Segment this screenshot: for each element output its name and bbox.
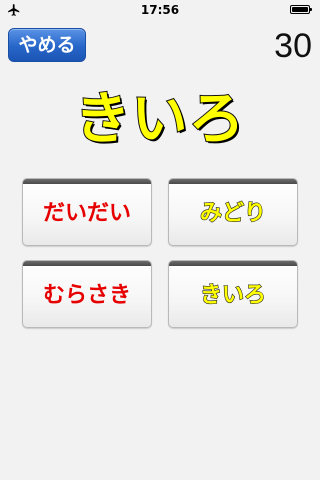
answer-label-2: みどり: [199, 200, 266, 226]
battery-icon: [290, 5, 314, 15]
target-word: きいろ: [74, 87, 246, 153]
game-screen: 17:56 やめる 30 きいろ だいだい みどり むらさき きいろ: [0, 0, 320, 480]
battery-cap: [310, 8, 312, 11]
answer-label-3: むらさき: [42, 283, 131, 308]
answer-button-4[interactable]: きいろ: [168, 260, 298, 328]
battery-level: [292, 7, 308, 12]
answer-button-1[interactable]: だいだい: [22, 178, 152, 246]
score-counter: 30: [274, 27, 312, 65]
status-time: 17:56: [140, 3, 180, 17]
battery-body: [290, 5, 310, 14]
quit-button[interactable]: やめる: [8, 28, 86, 62]
status-bar: 17:56: [0, 0, 320, 20]
answer-label-4: きいろ: [199, 282, 266, 308]
answer-button-3[interactable]: むらさき: [22, 260, 152, 328]
answer-button-2[interactable]: みどり: [168, 178, 298, 246]
answer-label-1: だいだい: [42, 201, 131, 226]
